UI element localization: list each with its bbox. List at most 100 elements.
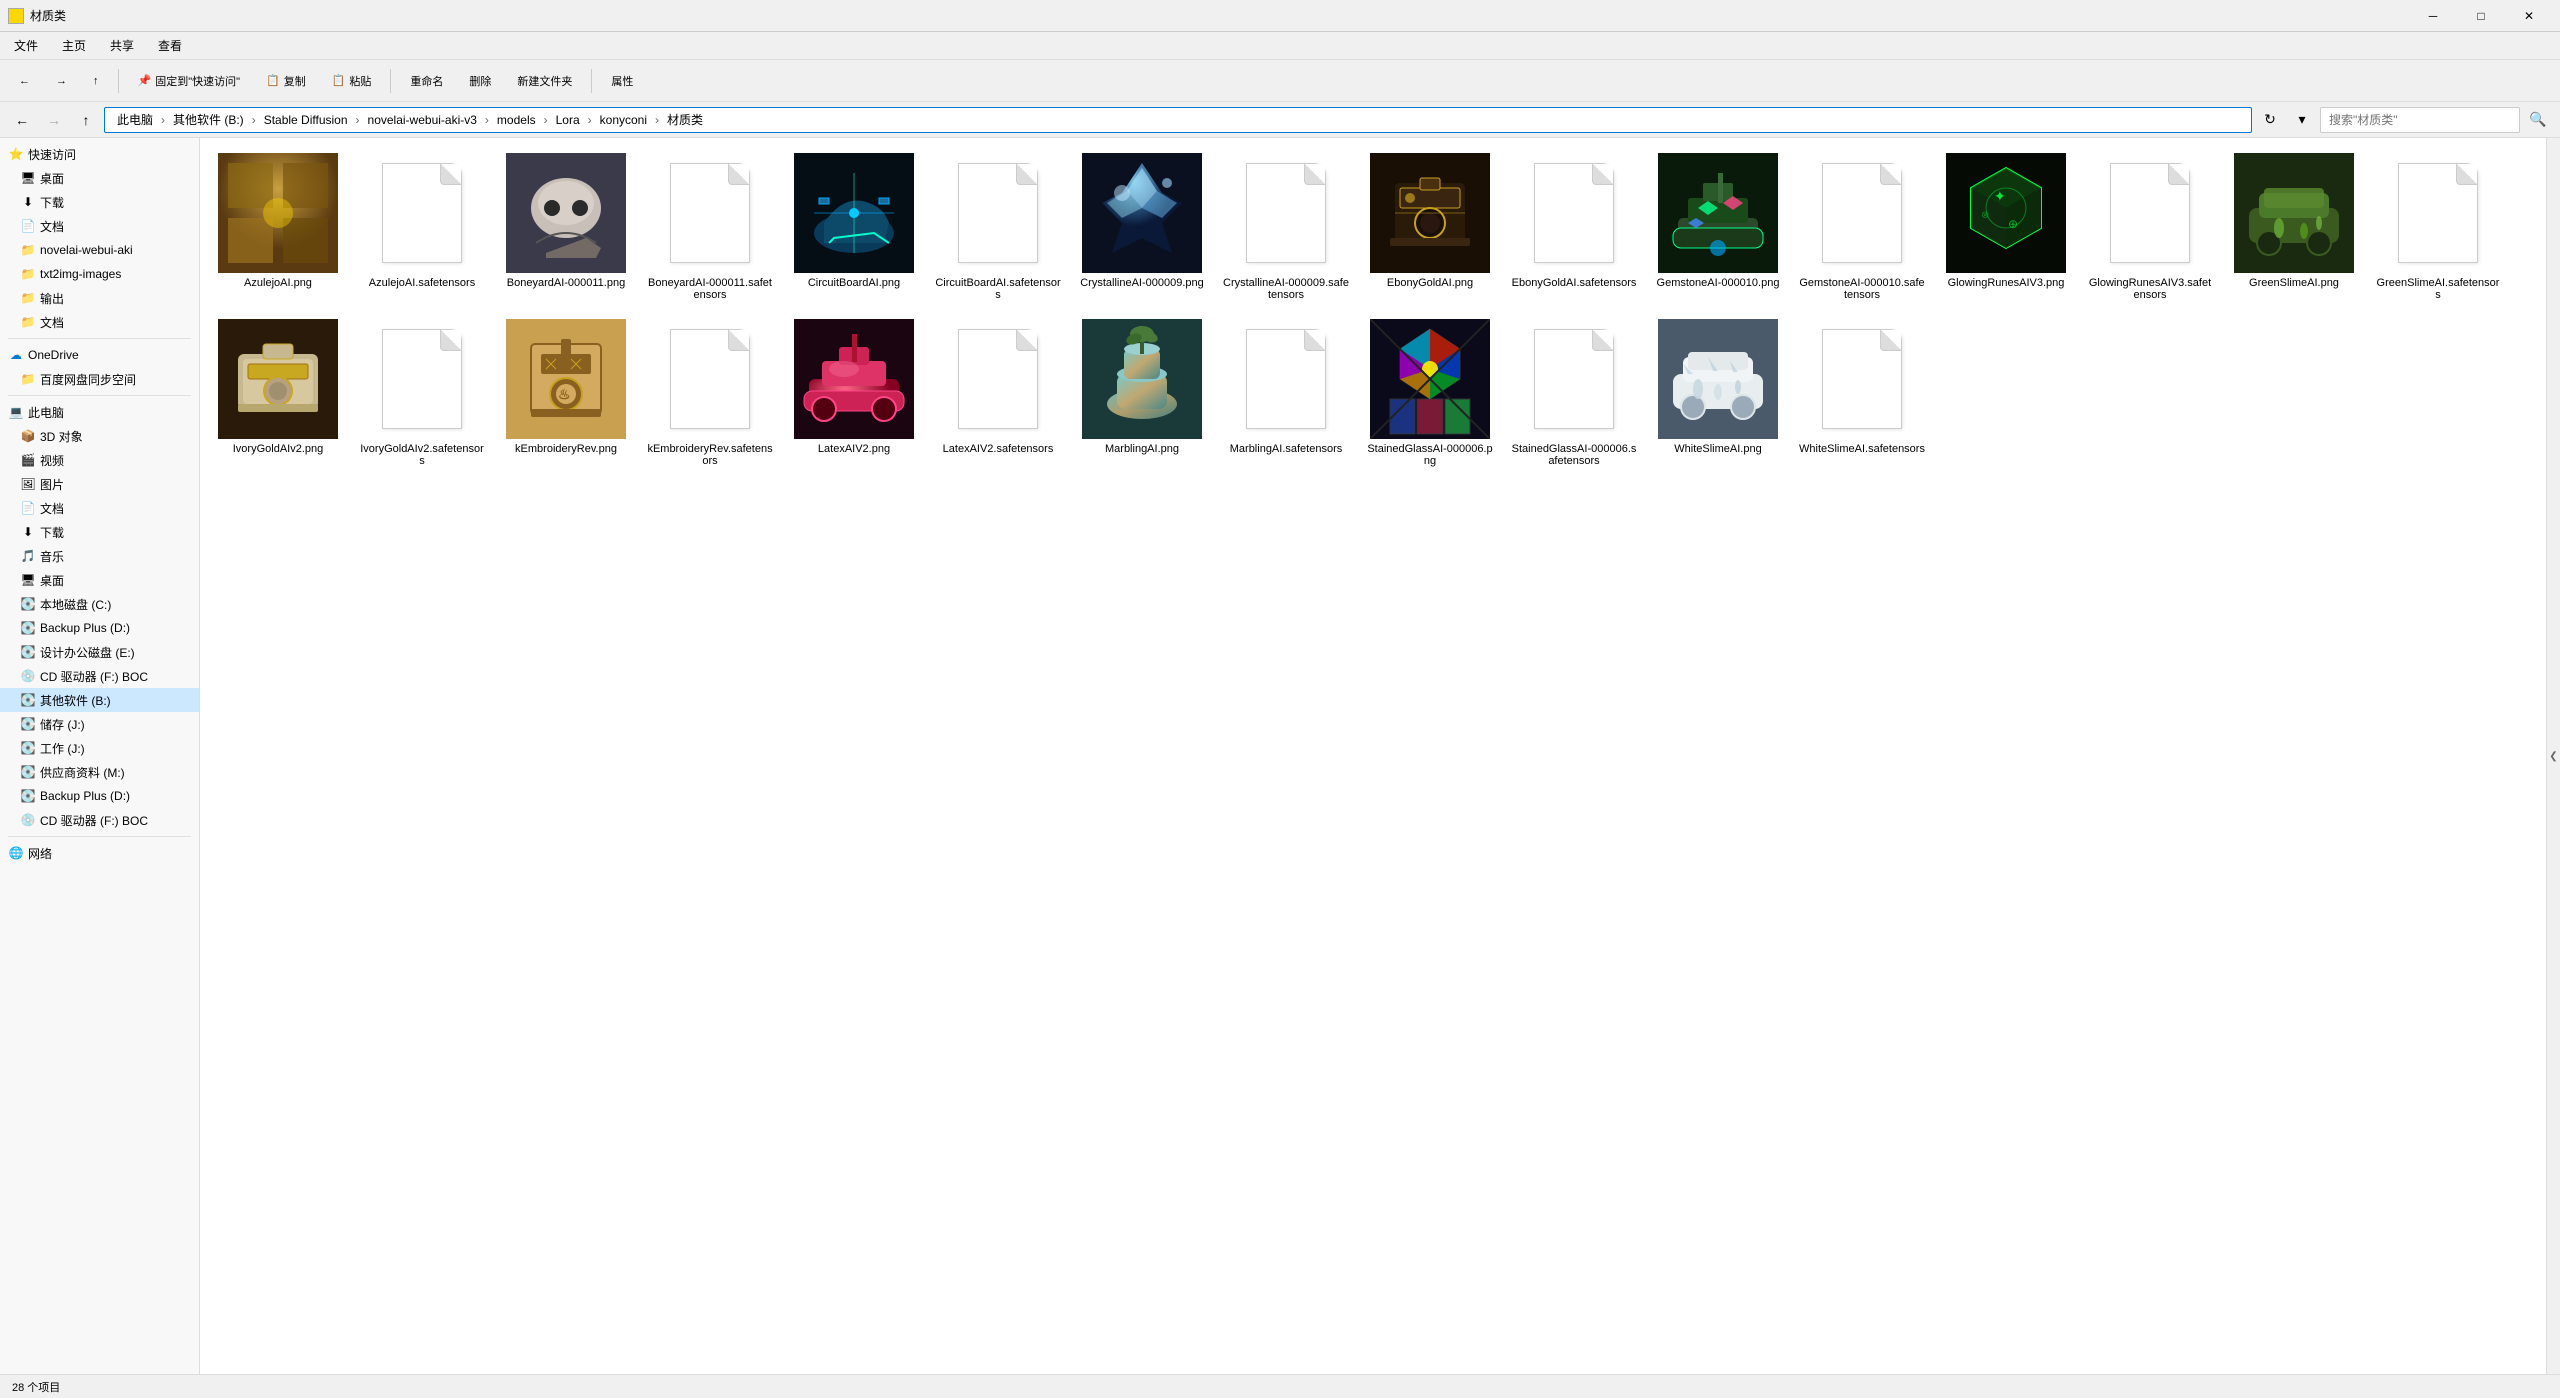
file-item-whiteslime-png[interactable]: WhiteSlimeAI.png xyxy=(1648,312,1788,474)
sidebar-item-docs1[interactable]: 📄 文档 xyxy=(0,214,199,238)
file-item-ebonygold-png[interactable]: EbonyGoldAI.png xyxy=(1360,146,1500,308)
pin-button[interactable]: 📌 固定到"快速访问" xyxy=(127,65,252,97)
sidebar-item-onedrive[interactable]: ☁ OneDrive xyxy=(0,343,199,367)
forward-button[interactable]: → xyxy=(45,65,78,97)
menu-home[interactable]: 主页 xyxy=(52,33,96,58)
file-item-boneyard-safe[interactable]: BoneyardAI-000011.safetensors xyxy=(640,146,780,308)
sidebar-item-work[interactable]: 💽 工作 (J:) xyxy=(0,736,199,760)
title-bar: 材质类 ─ □ ✕ xyxy=(0,0,2560,32)
file-item-ivorygold-safe[interactable]: IvoryGoldAIv2.safetensors xyxy=(352,312,492,474)
up-button[interactable]: ↑ xyxy=(82,65,110,97)
sidebar-item-dl[interactable]: ⬇ 下载 xyxy=(0,520,199,544)
file-item-ivorygold-png[interactable]: IvoryGoldAIv2.png xyxy=(208,312,348,474)
file-item-crystalline-png[interactable]: CrystallineAI-000009.png xyxy=(1072,146,1212,308)
delete-button[interactable]: 删除 xyxy=(458,65,502,97)
sidebar-item-network[interactable]: 🌐 网络 xyxy=(0,841,199,865)
sidebar-item-office[interactable]: 💽 设计办公磁盘 (E:) xyxy=(0,640,199,664)
sidebar-output-label: 输出 xyxy=(40,290,64,307)
sidebar-item-storage[interactable]: 💽 储存 (J:) xyxy=(0,712,199,736)
file-item-stainedglass-safe[interactable]: StainedGlassAI-000006.safetensors xyxy=(1504,312,1644,474)
file-item-kembroidery-safe[interactable]: kEmbroideryRev.safetensors xyxy=(640,312,780,474)
file-thumb-gemstone-safe xyxy=(1802,153,1922,273)
nav-forward-button[interactable]: → xyxy=(40,106,68,134)
pin-label: 固定到"快速访问" xyxy=(155,73,240,89)
file-item-gemstone-safe[interactable]: GemstoneAI-000010.safetensors xyxy=(1792,146,1932,308)
address-bar-path[interactable]: 此电脑 › 其他软件 (B:) › Stable Diffusion › nov… xyxy=(104,107,2252,133)
file-item-crystalline-safe[interactable]: CrystallineAI-000009.safetensors xyxy=(1216,146,1356,308)
file-item-azulejo-png[interactable]: AzulejoAI.png xyxy=(208,146,348,308)
sidebar-item-download1[interactable]: ⬇ 下载 xyxy=(0,190,199,214)
breadcrumb-models[interactable]: models xyxy=(493,111,540,129)
sidebar-item-desktop1[interactable]: 🖥 桌面 xyxy=(0,166,199,190)
nav-up-button[interactable]: ↑ xyxy=(72,106,100,134)
sidebar-item-music[interactable]: 🎵 音乐 xyxy=(0,544,199,568)
restore-button[interactable]: □ xyxy=(2458,0,2504,32)
sidebar-item-othersw[interactable]: 💽 其他软件 (B:) xyxy=(0,688,199,712)
sidebar-storage-label: 储存 (J:) xyxy=(40,716,85,733)
sidebar-item-supply[interactable]: 💽 供应商资料 (M:) xyxy=(0,760,199,784)
search-button[interactable]: 🔍 xyxy=(2524,106,2552,134)
sidebar-item-3d[interactable]: 📦 3D 对象 xyxy=(0,424,199,448)
search-input[interactable] xyxy=(2320,107,2520,133)
new-folder-button[interactable]: 新建文件夹 xyxy=(506,65,583,97)
file-item-circuitboard-safe[interactable]: CircuitBoardAI.safetensors xyxy=(928,146,1068,308)
collapse-panel[interactable]: ❮ xyxy=(2546,138,2560,1374)
svg-text:⊗: ⊗ xyxy=(1981,210,1989,221)
file-name-circuitboard-png: CircuitBoardAI.png xyxy=(808,277,900,289)
breadcrumb-thispc[interactable]: 此电脑 xyxy=(113,109,157,130)
file-item-latex-png[interactable]: LatexAIV2.png xyxy=(784,312,924,474)
menu-file[interactable]: 文件 xyxy=(4,33,48,58)
properties-button[interactable]: 属性 xyxy=(600,65,644,97)
file-item-kembroidery-png[interactable]: ♨ kEmbroideryRev.png xyxy=(496,312,636,474)
sidebar-item-video[interactable]: 🎬 视频 xyxy=(0,448,199,472)
file-item-gemstone-png[interactable]: GemstoneAI-000010.png xyxy=(1648,146,1788,308)
sidebar-item-cdf2[interactable]: 💿 CD 驱动器 (F:) BOC xyxy=(0,808,199,832)
sidebar-item-desktop2[interactable]: 🖥 桌面 xyxy=(0,568,199,592)
refresh-button[interactable]: ↻ xyxy=(2256,106,2284,134)
file-item-greenslime-png[interactable]: GreenSlimeAI.png xyxy=(2224,146,2364,308)
file-item-greenslime-safe[interactable]: GreenSlimeAI.safetensors xyxy=(2368,146,2508,308)
breadcrumb-lora[interactable]: Lora xyxy=(552,111,584,129)
sidebar-item-output[interactable]: 📁 输出 xyxy=(0,286,199,310)
sidebar-item-baidu[interactable]: 📁 百度网盘同步空间 xyxy=(0,367,199,391)
file-item-boneyard-png[interactable]: BoneyardAI-000011.png xyxy=(496,146,636,308)
address-dropdown-button[interactable]: ▾ xyxy=(2288,106,2316,134)
file-item-marbling-png[interactable]: MarblingAI.png xyxy=(1072,312,1212,474)
sidebar-item-txt2img[interactable]: 📁 txt2img-images xyxy=(0,262,199,286)
breadcrumb-othersw[interactable]: 其他软件 (B:) xyxy=(169,109,248,130)
file-item-ebonygold-safe[interactable]: EbonyGoldAI.safetensors xyxy=(1504,146,1644,308)
sidebar-item-backupd[interactable]: 💽 Backup Plus (D:) xyxy=(0,616,199,640)
breadcrumb-novelai[interactable]: novelai-webui-aki-v3 xyxy=(364,111,481,129)
file-item-azulejo-safe[interactable]: AzulejoAI.safetensors xyxy=(352,146,492,308)
file-item-stainedglass-png[interactable]: StainedGlassAI-000006.png xyxy=(1360,312,1500,474)
sidebar-item-cdf[interactable]: 💿 CD 驱动器 (F:) BOC xyxy=(0,664,199,688)
close-button[interactable]: ✕ xyxy=(2506,0,2552,32)
menu-share[interactable]: 共享 xyxy=(100,33,144,58)
sidebar-item-docs2[interactable]: 📁 文档 xyxy=(0,310,199,334)
file-item-glowingrunes-safe[interactable]: GlowingRunesAIV3.safetensors xyxy=(2080,146,2220,308)
file-item-whiteslime-safe[interactable]: WhiteSlimeAI.safetensors xyxy=(1792,312,1932,474)
rename-button[interactable]: 重命名 xyxy=(399,65,454,97)
menu-view[interactable]: 查看 xyxy=(148,33,192,58)
minimize-button[interactable]: ─ xyxy=(2410,0,2456,32)
copy-button[interactable]: 📋 复制 xyxy=(255,65,317,97)
back-button[interactable]: ← xyxy=(8,65,41,97)
file-item-circuitboard-png[interactable]: CircuitBoardAI.png xyxy=(784,146,924,308)
dl-icon: ⬇ xyxy=(20,524,36,540)
breadcrumb-current[interactable]: 材质类 xyxy=(663,109,707,130)
breadcrumb-stablediffusion[interactable]: Stable Diffusion xyxy=(260,111,352,129)
paste-button[interactable]: 📋 粘贴 xyxy=(321,65,383,97)
sidebar-item-localc[interactable]: 💽 本地磁盘 (C:) xyxy=(0,592,199,616)
breadcrumb-konyconi[interactable]: konyconi xyxy=(596,111,651,129)
sidebar-item-docs3[interactable]: 📄 文档 xyxy=(0,496,199,520)
sidebar-item-backupd2[interactable]: 💽 Backup Plus (D:) xyxy=(0,784,199,808)
file-item-marbling-safe[interactable]: MarblingAI.safetensors xyxy=(1216,312,1356,474)
sidebar-item-quick-access[interactable]: ⭐ 快速访问 xyxy=(0,142,199,166)
file-item-glowingrunes-png[interactable]: ✦ ⊕ ⊗ GlowingRunesAIV3.png xyxy=(1936,146,2076,308)
file-thumb-glowingrunes-png: ✦ ⊕ ⊗ xyxy=(1946,153,2066,273)
nav-back-button[interactable]: ← xyxy=(8,106,36,134)
sidebar-item-thispc[interactable]: 💻 此电脑 xyxy=(0,400,199,424)
file-item-latex-safe[interactable]: LatexAIV2.safetensors xyxy=(928,312,1068,474)
sidebar-item-pics[interactable]: 🖼 图片 xyxy=(0,472,199,496)
sidebar-item-novelai[interactable]: 📁 novelai-webui-aki xyxy=(0,238,199,262)
